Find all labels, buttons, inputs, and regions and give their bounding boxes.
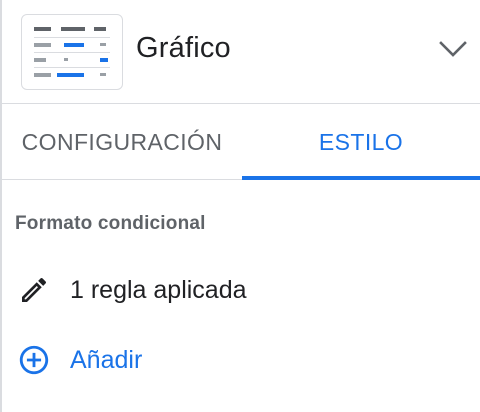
pencil-icon	[22, 278, 47, 302]
active-tab-indicator	[242, 176, 480, 180]
chart-type-header[interactable]: Gráfico	[2, 0, 480, 104]
add-circle-icon	[19, 345, 49, 375]
chevron-down-icon[interactable]	[438, 38, 468, 60]
tab-configuracion[interactable]: CONFIGURACIÓN	[2, 104, 242, 180]
chart-editor-panel: Gráfico CONFIGURACIÓN ESTILO Formato con…	[0, 0, 480, 412]
tab-estilo[interactable]: ESTILO	[242, 104, 480, 180]
applied-rules-label: 1 regla aplicada	[70, 275, 247, 304]
chart-type-title: Gráfico	[136, 32, 231, 64]
add-rule-button[interactable]: Añadir	[17, 340, 142, 380]
table-chart-icon	[21, 14, 123, 90]
conditional-format-heading: Formato condicional	[15, 213, 206, 234]
add-rule-label: Añadir	[70, 345, 143, 374]
applied-rules-item[interactable]: 1 regla aplicada	[18, 270, 247, 310]
editor-tabs: CONFIGURACIÓN ESTILO	[2, 104, 480, 180]
